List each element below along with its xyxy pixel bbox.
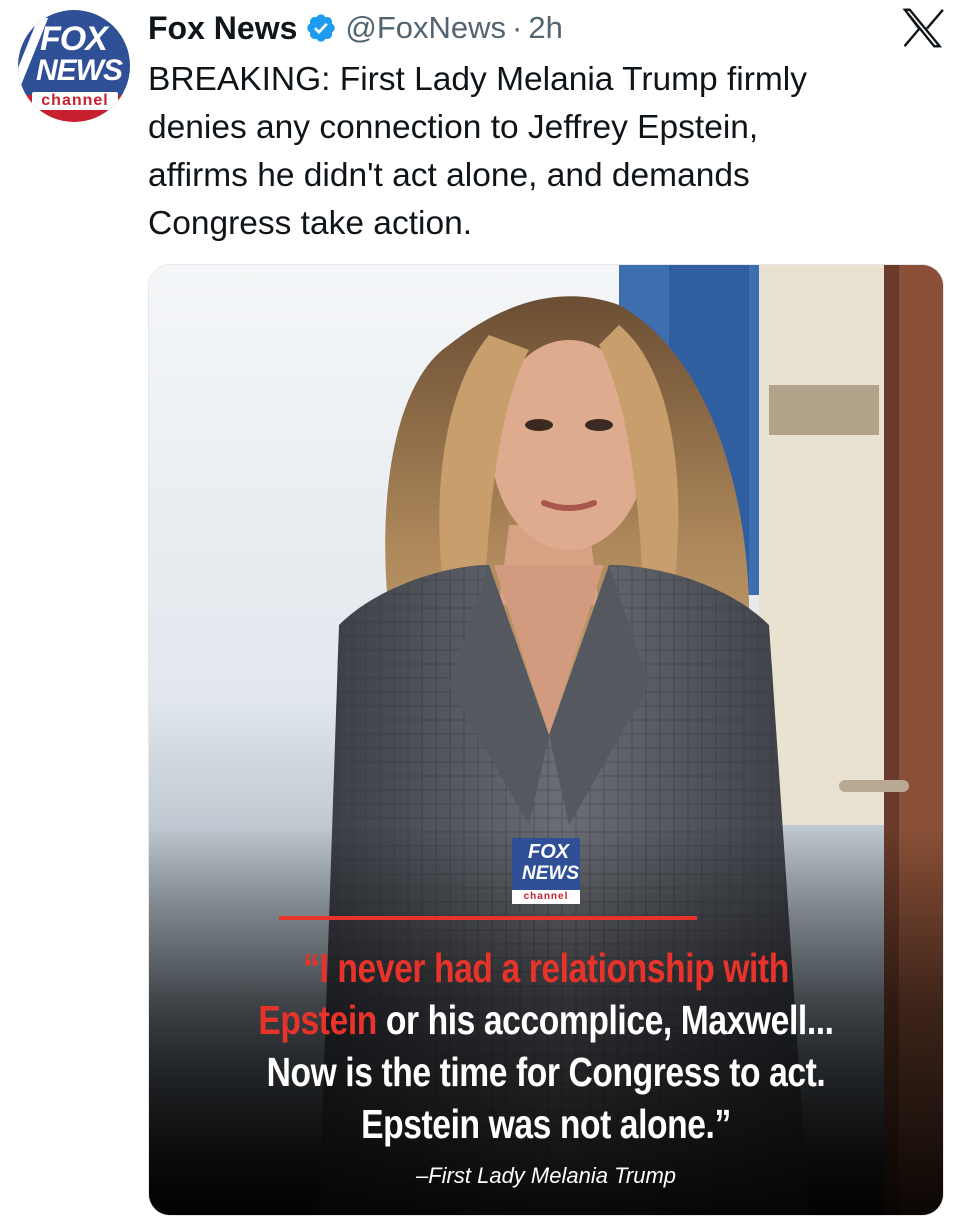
quote-line-2-text: or his accomplice, Maxwell... <box>376 997 834 1043</box>
account-name[interactable]: Fox News <box>148 10 297 47</box>
badge-news-text: NEWS <box>522 863 579 884</box>
avatar-fox-text: FOX <box>40 20 108 58</box>
quote-epstein-red: Epstein <box>258 997 377 1043</box>
quote-line-1: “I never had a relationship with <box>220 943 871 993</box>
post-header: Fox News @FoxNews · 2h <box>148 6 563 50</box>
quote-line-4: Epstein was not alone.” <box>220 1099 871 1149</box>
avatar-channel-text: channel <box>32 92 118 110</box>
post-text-line: affirms he didn't act alone, and demands <box>148 157 750 194</box>
caption-divider <box>279 916 697 920</box>
post-timestamp[interactable]: 2h <box>528 10 562 46</box>
quote-line-4-text: Epstein was not alone.” <box>361 1101 731 1147</box>
x-logo-icon <box>902 8 946 48</box>
quote-line-3-text: Now is the time for Congress to act. <box>266 1049 826 1095</box>
fox-news-avatar[interactable]: FOX NEWS channel <box>18 10 130 122</box>
quote-attribution: –First Lady Melania Trump <box>415 1163 676 1188</box>
post-text-line: Congress take action. <box>148 205 473 242</box>
badge-fox-text: FOX <box>528 841 570 863</box>
post-image[interactable]: FOX NEWS channel “I never had a relation… <box>148 264 944 1216</box>
separator-dot: · <box>512 10 523 45</box>
post-text-line: BREAKING: First Lady Melania Trump firml… <box>148 61 807 98</box>
account-handle[interactable]: @FoxNews <box>345 10 506 46</box>
fox-news-watermark: FOX NEWS channel <box>512 838 580 904</box>
quote-line-3: Now is the time for Congress to act. <box>220 1047 871 1097</box>
quote-line-1-text: “I never had a relationship with <box>303 945 789 991</box>
verified-badge-icon <box>305 12 337 44</box>
post-text-line: denies any connection to Jeffrey Epstein… <box>148 109 759 146</box>
avatar-news-text: NEWS <box>36 54 123 87</box>
quote-line-2: Epstein or his accomplice, Maxwell... <box>220 995 871 1045</box>
post-text: BREAKING: First Lady Melania Trump firml… <box>148 56 948 248</box>
badge-channel-text: channel <box>523 891 569 902</box>
